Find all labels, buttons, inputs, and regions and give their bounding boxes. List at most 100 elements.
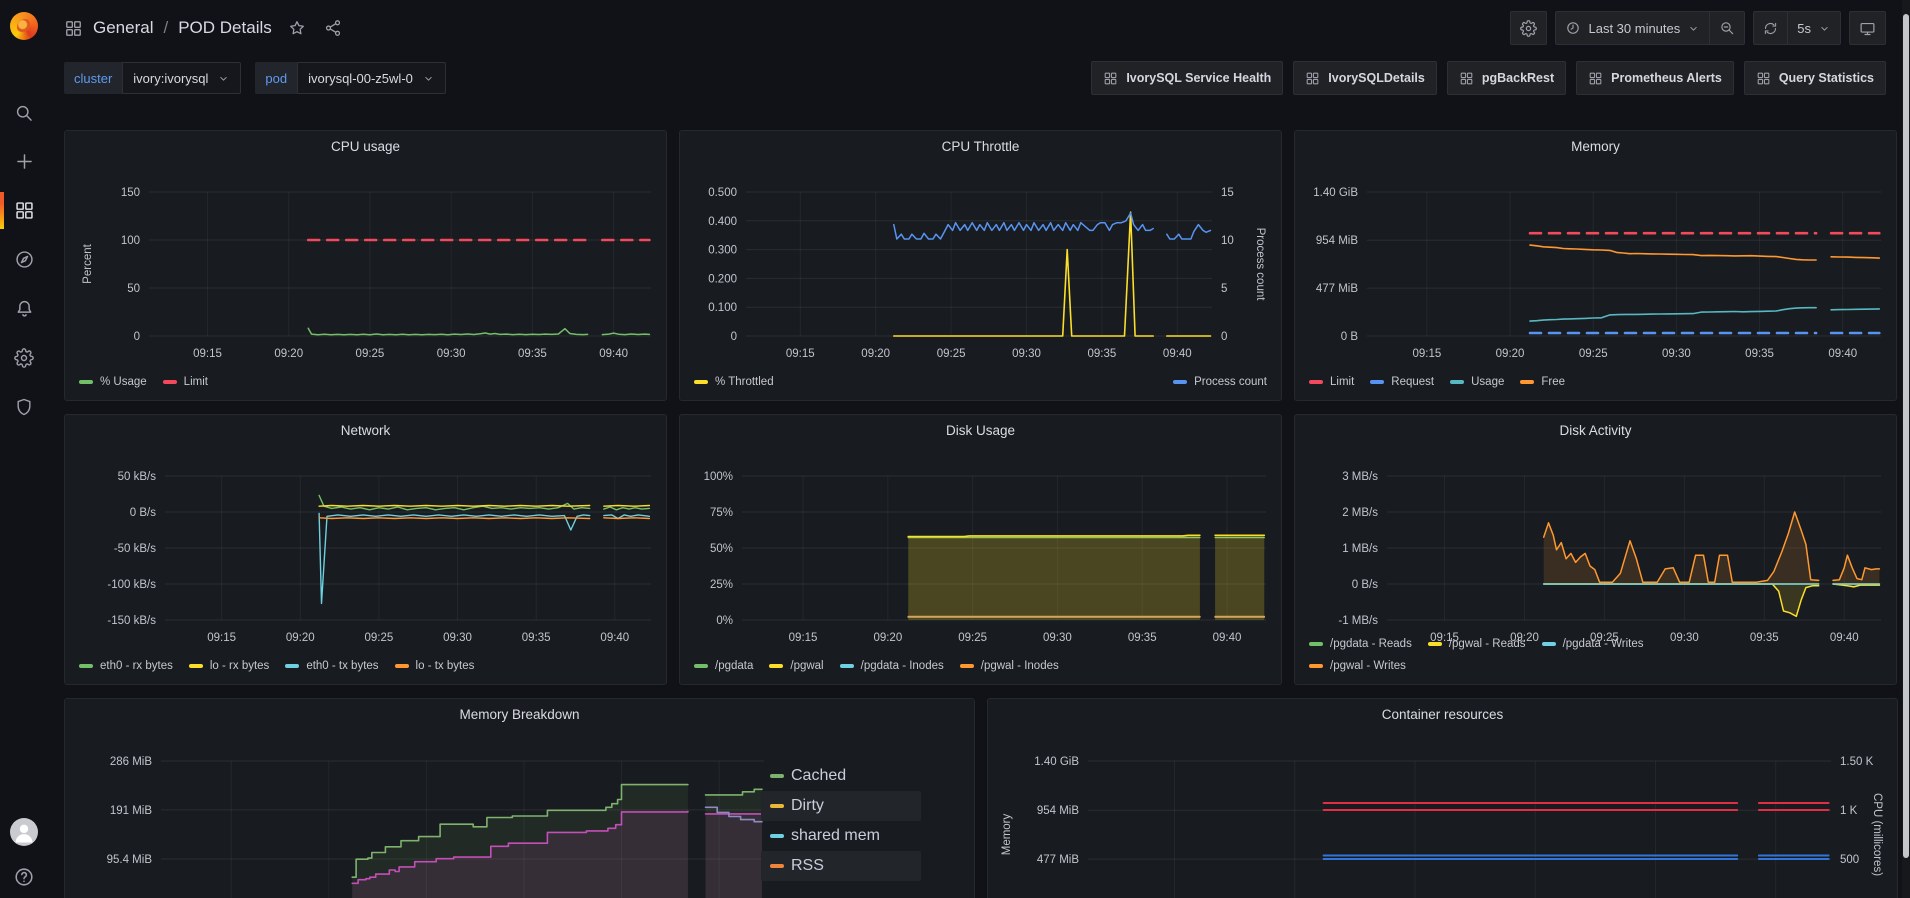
panel-title[interactable]: CPU Throttle xyxy=(680,139,1281,154)
panel-title[interactable]: Memory xyxy=(1295,139,1896,154)
legend-item--usage[interactable]: % Usage xyxy=(79,372,147,392)
user-avatar[interactable] xyxy=(10,818,38,846)
legend-item--pgdata[interactable]: /pgdata xyxy=(694,656,753,676)
legend-item--pgdata-writes[interactable]: /pgdata - Writes xyxy=(1542,634,1644,654)
x-axis-tick: 09:15 xyxy=(193,348,222,360)
x-axis-tick: 09:25 xyxy=(937,348,966,360)
chart-canvas[interactable]: 09:1509:2009:2509:3009:3509:40477 MiB954… xyxy=(988,699,1899,898)
legend-item-rss[interactable]: RSS xyxy=(761,851,921,881)
sidebar-item-alerting[interactable] xyxy=(0,284,48,333)
panel-title[interactable]: Container resources xyxy=(988,707,1897,722)
y-axis-tick: -100 kB/s xyxy=(107,579,156,591)
y-axis-tick: 150 xyxy=(121,187,140,199)
legend-item-request[interactable]: Request xyxy=(1370,372,1434,392)
sidebar-item-create[interactable] xyxy=(0,137,48,186)
x-axis-tick: 09:35 xyxy=(1750,632,1779,644)
legend-item-lo-rx-bytes[interactable]: lo - rx bytes xyxy=(189,656,269,676)
legend-item-eth0-rx-bytes[interactable]: eth0 - rx bytes xyxy=(79,656,173,676)
legend-swatch xyxy=(694,664,708,668)
panel-title[interactable]: Disk Activity xyxy=(1295,423,1896,438)
sidebar-item-explore[interactable] xyxy=(0,235,48,284)
legend-item--throttled[interactable]: % Throttled xyxy=(694,372,774,392)
legend-item--pgwal-writes[interactable]: /pgwal - Writes xyxy=(1309,656,1406,676)
panel-title[interactable]: CPU usage xyxy=(65,139,666,154)
legend-item--pgwal-inodes[interactable]: /pgwal - Inodes xyxy=(960,656,1059,676)
series--pgwal-reads xyxy=(1544,584,1819,616)
x-axis-tick: 09:35 xyxy=(522,632,551,644)
legend-swatch xyxy=(769,664,783,668)
series-eth0-rx-bytes xyxy=(604,507,650,510)
legend-swatch xyxy=(79,380,93,384)
y-axis-tick: 954 MiB xyxy=(1037,805,1080,817)
legend-item-process-count[interactable]: Process count xyxy=(1173,372,1267,392)
series--pgwal xyxy=(908,535,1200,536)
chart-canvas[interactable]: 09:1509:2009:2509:3009:3509:40-150 kB/s-… xyxy=(65,415,668,686)
x-axis-tick: 09:30 xyxy=(1662,348,1691,360)
y-axis-tick: 954 MiB xyxy=(1316,235,1359,247)
legend-label: Free xyxy=(1541,372,1565,392)
chart-canvas[interactable]: 09:1509:2009:2509:3009:3509:400 B477 MiB… xyxy=(1295,131,1898,402)
legend-item--pgdata-reads[interactable]: /pgdata - Reads xyxy=(1309,634,1412,654)
y-axis-tick: 100 xyxy=(121,235,140,247)
legend-item-usage[interactable]: Usage xyxy=(1450,372,1504,392)
series-lo-tx-bytes xyxy=(319,518,590,519)
x-axis-tick: 09:35 xyxy=(1088,348,1117,360)
panel-title[interactable]: Network xyxy=(65,423,666,438)
x-axis-tick: 09:30 xyxy=(437,348,466,360)
legend-swatch xyxy=(1370,380,1384,384)
sidebar-item-server-admin[interactable] xyxy=(0,382,48,431)
legend-item-lo-tx-bytes[interactable]: lo - tx bytes xyxy=(395,656,475,676)
legend-label: /pgwal - Writes xyxy=(1330,656,1406,676)
legend-swatch xyxy=(1309,380,1323,384)
x-axis-tick: 09:15 xyxy=(789,632,818,644)
help-button[interactable] xyxy=(13,866,35,888)
scrollbar-track[interactable] xyxy=(1902,0,1910,898)
legend-item--pgwal-reads[interactable]: /pgwal - Reads xyxy=(1428,634,1526,654)
y-axis-tick: 477 MiB xyxy=(1316,283,1359,295)
legend-label: Usage xyxy=(1471,372,1504,392)
legend-swatch xyxy=(1428,642,1442,646)
scrollbar-thumb[interactable] xyxy=(1903,14,1909,858)
series-lo-rx-bytes xyxy=(319,506,590,507)
legend-item-shared-mem[interactable]: shared mem xyxy=(761,821,921,851)
panel-title[interactable]: Memory Breakdown xyxy=(65,707,974,722)
series--usage xyxy=(602,333,649,335)
legend-swatch xyxy=(770,774,784,778)
chart-canvas[interactable]: 09:1509:2009:2509:3009:3509:4000.1000.20… xyxy=(680,131,1283,402)
panel-title[interactable]: Disk Usage xyxy=(680,423,1281,438)
legend-swatch xyxy=(840,664,854,668)
legend-item-cached[interactable]: Cached xyxy=(761,761,921,791)
series-lo-tx-bytes xyxy=(604,518,650,519)
legend-item--pgwal[interactable]: /pgwal xyxy=(769,656,823,676)
legend-label: /pgdata xyxy=(715,656,753,676)
sidebar-item-search[interactable] xyxy=(0,88,48,137)
grafana-logo[interactable] xyxy=(0,0,48,52)
legend-item-limit[interactable]: Limit xyxy=(1309,372,1354,392)
legend-swatch xyxy=(285,664,299,668)
legend-item-free[interactable]: Free xyxy=(1520,372,1565,392)
legend-item-eth0-tx-bytes[interactable]: eth0 - tx bytes xyxy=(285,656,378,676)
chart-canvas[interactable]: 09:1509:2009:2509:3009:3509:400%25%50%75… xyxy=(680,415,1283,686)
y-axis-tick: 100% xyxy=(704,471,733,483)
x-axis-tick: 09:25 xyxy=(1579,348,1608,360)
legend-item-dirty[interactable]: Dirty xyxy=(761,791,921,821)
legend-label: /pgdata - Writes xyxy=(1563,634,1644,654)
sidebar-item-dashboards[interactable] xyxy=(0,186,48,235)
y-axis-label: Percent xyxy=(82,243,94,283)
y-axis-tick: 25% xyxy=(710,579,733,591)
series-process-count xyxy=(894,213,1153,239)
legend-item--pgdata-inodes[interactable]: /pgdata - Inodes xyxy=(840,656,944,676)
legend-swatch xyxy=(960,664,974,668)
x-axis-tick: 09:30 xyxy=(443,632,472,644)
legend: % Throttled xyxy=(694,372,774,392)
sidebar-item-configuration[interactable] xyxy=(0,333,48,382)
x-axis-tick: 09:20 xyxy=(873,632,902,644)
chart-canvas[interactable]: 09:1509:2009:2509:3009:3509:40050100150P… xyxy=(65,131,668,402)
x-axis-tick: 09:30 xyxy=(1043,632,1072,644)
legend: /pgdata - Reads/pgwal - Reads/pgdata - W… xyxy=(1309,634,1749,676)
y-axis-tick: 0 B/s xyxy=(130,507,156,519)
series-lo-rx-bytes xyxy=(604,506,650,507)
y-axis-tick: 477 MiB xyxy=(1037,854,1080,866)
legend-item-limit[interactable]: Limit xyxy=(163,372,208,392)
series-eth0-tx-bytes xyxy=(319,513,590,603)
